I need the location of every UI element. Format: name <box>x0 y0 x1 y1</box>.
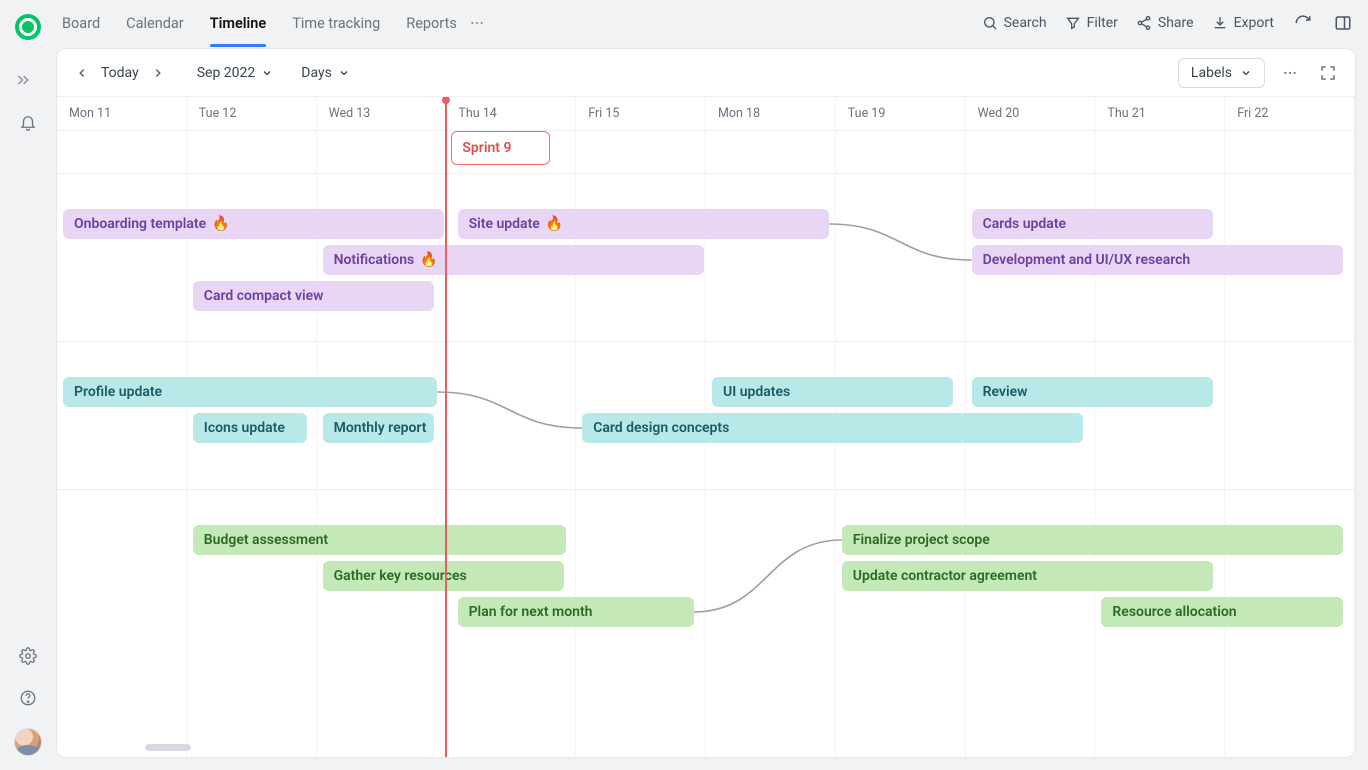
card-label: Notifications <box>334 252 415 268</box>
fire-icon: 🔥 <box>420 252 437 268</box>
chevron-down-icon <box>261 67 273 79</box>
unit-selector[interactable]: Days <box>301 65 350 81</box>
card-label: Resource allocation <box>1112 604 1236 620</box>
day-header: Mon 11 <box>57 97 187 130</box>
chevron-down-icon <box>1240 67 1252 79</box>
card-label: Site update <box>469 216 540 232</box>
card-label: Finalize project scope <box>853 532 990 548</box>
timeline-card[interactable]: Review <box>972 377 1213 407</box>
panel-toggle-icon[interactable] <box>1332 12 1354 34</box>
month-label: Sep 2022 <box>197 65 256 81</box>
tab-board[interactable]: Board <box>62 11 100 36</box>
day-header: Thu 21 <box>1095 97 1225 130</box>
card-label: Cards update <box>983 216 1066 232</box>
day-header: Wed 20 <box>966 97 1096 130</box>
card-label: Budget assessment <box>204 532 328 548</box>
day-header: Tue 12 <box>187 97 317 130</box>
filter-label: Filter <box>1087 15 1118 31</box>
timeline-card[interactable]: Monthly report <box>323 413 434 443</box>
share-button[interactable]: Share <box>1136 15 1194 31</box>
card-label: Profile update <box>74 384 162 400</box>
app-logo[interactable] <box>15 14 41 40</box>
sprint-pill[interactable]: Sprint 9 <box>451 131 549 165</box>
timeline-card[interactable]: Profile update <box>63 377 437 407</box>
card-label: Plan for next month <box>469 604 593 620</box>
export-label: Export <box>1234 15 1274 31</box>
fire-icon: 🔥 <box>212 216 229 232</box>
avatar[interactable] <box>14 728 42 756</box>
gear-icon[interactable] <box>16 644 40 668</box>
expand-sidebar-icon[interactable] <box>9 66 37 94</box>
prev-arrow-icon[interactable] <box>71 62 93 84</box>
day-header: Tue 19 <box>836 97 966 130</box>
bell-icon[interactable] <box>16 110 40 134</box>
card-label: Update contractor agreement <box>853 568 1037 584</box>
timeline-card[interactable]: Resource allocation <box>1101 597 1342 627</box>
card-label: Onboarding template <box>74 216 206 232</box>
chevron-down-icon <box>338 67 350 79</box>
day-header: Thu 14 <box>446 97 576 130</box>
export-button[interactable]: Export <box>1212 15 1274 31</box>
horizontal-scroll-thumb[interactable] <box>145 744 191 751</box>
card-label: Review <box>983 384 1028 400</box>
timeline-card[interactable]: Icons update <box>193 413 307 443</box>
sprint-label: Sprint 9 <box>462 140 511 156</box>
help-icon[interactable] <box>16 686 40 710</box>
timeline-card[interactable]: Budget assessment <box>193 525 567 555</box>
tab-timeline[interactable]: Timeline <box>210 11 267 36</box>
timeline-card[interactable]: Finalize project scope <box>842 525 1343 555</box>
card-label: Card design concepts <box>593 420 729 436</box>
timeline-card[interactable]: UI updates <box>712 377 953 407</box>
timeline-card[interactable]: Notifications 🔥 <box>323 245 704 275</box>
timeline-card[interactable]: Plan for next month <box>458 597 694 627</box>
card-label: UI updates <box>723 384 790 400</box>
timeline-card[interactable]: Update contractor agreement <box>842 561 1213 591</box>
day-header: Fri 15 <box>576 97 706 130</box>
more-options-icon[interactable] <box>1277 60 1303 86</box>
filter-button[interactable]: Filter <box>1065 15 1118 31</box>
tab-calendar[interactable]: Calendar <box>126 11 184 36</box>
timeline-card[interactable]: Cards update <box>972 209 1213 239</box>
fire-icon: 🔥 <box>546 216 563 232</box>
month-selector[interactable]: Sep 2022 <box>197 65 274 81</box>
timeline-card[interactable]: Gather key resources <box>323 561 564 591</box>
share-label: Share <box>1158 15 1194 31</box>
timeline-card[interactable]: Development and UI/UX research <box>972 245 1343 275</box>
unit-label: Days <box>301 65 332 81</box>
day-header: Mon 18 <box>706 97 836 130</box>
next-arrow-icon[interactable] <box>147 62 169 84</box>
timeline-card[interactable]: Card design concepts <box>582 413 1083 443</box>
tab-time-tracking[interactable]: Time tracking <box>292 11 380 36</box>
fullscreen-icon[interactable] <box>1315 60 1341 86</box>
labels-button[interactable]: Labels <box>1178 58 1265 88</box>
today-button[interactable]: Today <box>99 65 141 81</box>
refresh-icon[interactable] <box>1292 12 1314 34</box>
search-label: Search <box>1004 15 1047 31</box>
card-label: Monthly report <box>334 420 427 436</box>
timeline-card[interactable]: Card compact view <box>193 281 434 311</box>
timeline-card[interactable]: Site update 🔥 <box>458 209 829 239</box>
more-tabs-icon[interactable] <box>465 11 489 35</box>
tab-reports[interactable]: Reports <box>406 11 457 36</box>
card-label: Icons update <box>204 420 285 436</box>
labels-button-label: Labels <box>1191 65 1232 81</box>
day-header: Fri 22 <box>1225 97 1355 130</box>
search-button[interactable]: Search <box>982 15 1047 31</box>
timeline-card[interactable]: Onboarding template 🔥 <box>63 209 444 239</box>
card-label: Gather key resources <box>334 568 467 584</box>
card-label: Card compact view <box>204 288 324 304</box>
card-label: Development and UI/UX research <box>983 252 1191 268</box>
day-header: Wed 13 <box>317 97 447 130</box>
